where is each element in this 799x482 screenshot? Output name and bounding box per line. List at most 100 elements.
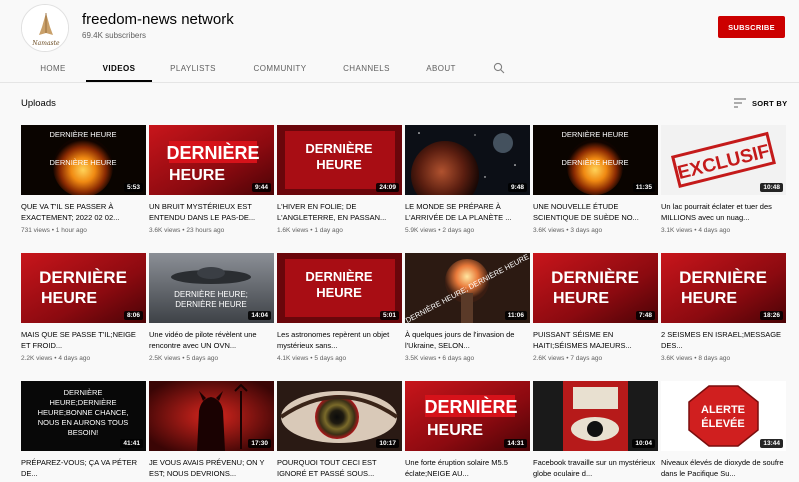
- video-title[interactable]: PUISSANT SÉISME EN HAITI;SÉISMES MAJEURS…: [533, 329, 658, 351]
- svg-text:DERNIÈRE HEURE: DERNIÈRE HEURE: [49, 130, 116, 139]
- video-card[interactable]: DERNIÈRE HEURE DERNIÈRE HEURE 5:53 QUE V…: [21, 125, 146, 234]
- video-title[interactable]: À quelques jours de l'invasion de l'Ukra…: [405, 329, 530, 351]
- video-thumbnail[interactable]: 9:48: [405, 125, 530, 195]
- video-title[interactable]: POURQUOI TOUT CECI EST IGNORÉ ET PASSÉ S…: [277, 457, 402, 479]
- video-thumbnail[interactable]: DERNIÈRE HEURE DERNIÈRE HEURE 5:53: [21, 125, 146, 195]
- video-meta: 2.2K views • 4 days ago: [21, 355, 91, 362]
- video-card[interactable]: 9:48 LE MONDE SE PRÉPARE À L'ARRIVÉE DE …: [405, 125, 530, 234]
- video-card[interactable]: 10:17 POURQUOI TOUT CECI EST IGNORÉ ET P…: [277, 381, 402, 479]
- svg-text:BESOIN!: BESOIN!: [68, 428, 98, 437]
- video-card[interactable]: DERNIÈRE HEURE;DERNIÈRE HEURE;BONNE CHAN…: [21, 381, 146, 479]
- video-meta: 3.6K views • 8 days ago: [661, 355, 731, 362]
- svg-text:HEURE;BONNE CHANCE,: HEURE;BONNE CHANCE,: [38, 408, 129, 417]
- video-card[interactable]: DERNIÈRE HEURE; DERNIÈRE HEURE 11:06 À q…: [405, 253, 530, 362]
- video-thumbnail[interactable]: DERNIÈRE HEURE; DERNIÈRE HEURE 14:04: [149, 253, 274, 323]
- video-thumbnail[interactable]: EXCLUSIF 10:48: [661, 125, 786, 195]
- sort-by-button[interactable]: SORT BY: [734, 98, 787, 108]
- video-thumbnail[interactable]: DERNIÈRE HEURE 7:48: [533, 253, 658, 323]
- video-duration: 7:48: [635, 311, 655, 320]
- video-meta: 2.5K views • 5 days ago: [149, 355, 219, 362]
- video-title[interactable]: QUE VA T'IL SE PASSER À EXACTEMENT; 2022…: [21, 201, 146, 223]
- video-title[interactable]: UN BRUIT MYSTÉRIEUX EST ENTENDU DANS LE …: [149, 201, 274, 223]
- video-duration: 41:41: [120, 439, 143, 448]
- video-card[interactable]: DERNIÈRE HEURE 14:31 Une forte éruption …: [405, 381, 530, 479]
- video-card[interactable]: DERNIÈRE HEURE 9:44 UN BRUIT MYSTÉRIEUX …: [149, 125, 274, 234]
- video-thumbnail[interactable]: DERNIÈRE HEURE 24:09: [277, 125, 402, 195]
- video-thumbnail[interactable]: DERNIÈRE HEURE 5:01: [277, 253, 402, 323]
- video-thumbnail[interactable]: DERNIÈRE HEURE 18:26: [661, 253, 786, 323]
- video-card[interactable]: DERNIÈRE HEURE; DERNIÈRE HEURE 14:04 Une…: [149, 253, 274, 362]
- video-card[interactable]: DERNIÈRE HEURE 7:48 PUISSANT SÉISME EN H…: [533, 253, 658, 362]
- tab-community[interactable]: COMMUNITY: [234, 55, 326, 82]
- video-thumbnail[interactable]: DERNIÈRE HEURE 8:06: [21, 253, 146, 323]
- channel-avatar[interactable]: Namaste: [21, 4, 69, 52]
- svg-text:DERNIÈRE HEURE: DERNIÈRE HEURE: [561, 158, 628, 167]
- video-duration: 14:31: [504, 439, 527, 448]
- video-duration: 10:17: [376, 439, 399, 448]
- video-thumbnail[interactable]: DERNIÈRE HEURE 9:44: [149, 125, 274, 195]
- video-title[interactable]: Une forte éruption solaire M5.5 éclate;N…: [405, 457, 530, 479]
- video-thumbnail[interactable]: DERNIÈRE HEURE;DERNIÈRE HEURE;BONNE CHAN…: [21, 381, 146, 451]
- video-meta: 1.6K views • 1 day ago: [277, 227, 343, 234]
- video-title[interactable]: L'HIVER EN FOLIE; DE L'ANGLETERRE, EN PA…: [277, 201, 402, 223]
- svg-text:DERNIÈRE: DERNIÈRE: [305, 269, 373, 284]
- video-card[interactable]: DERNIÈRE HEURE 8:06 MAIS QUE SE PASSE T'…: [21, 253, 146, 362]
- channel-search-icon[interactable]: [475, 55, 523, 82]
- sort-by-label: SORT BY: [752, 98, 788, 108]
- video-card[interactable]: EXCLUSIF 10:48 Un lac pourrait éclater e…: [661, 125, 786, 234]
- video-thumbnail[interactable]: 17:30: [149, 381, 274, 451]
- tab-playlists[interactable]: PLAYLISTS: [152, 55, 234, 82]
- tab-about[interactable]: ABOUT: [407, 55, 475, 82]
- video-title[interactable]: Une vidéo de pilote révèlent une rencont…: [149, 329, 274, 351]
- svg-text:DERNIÈRE: DERNIÈRE: [64, 388, 103, 397]
- avatar-logo-text: Namaste: [31, 40, 60, 47]
- svg-text:DERNIÈRE: DERNIÈRE: [305, 141, 373, 156]
- svg-text:HEURE: HEURE: [169, 167, 225, 184]
- video-title[interactable]: PRÉPAREZ-VOUS; ÇA VA PÉTER DE...: [21, 457, 146, 479]
- svg-text:HEURE: HEURE: [41, 290, 97, 307]
- video-thumbnail[interactable]: ALERTE ÉLEVÉE 13:44: [661, 381, 786, 451]
- video-card[interactable]: DERNIÈRE HEURE 24:09 L'HIVER EN FOLIE; D…: [277, 125, 402, 234]
- video-thumbnail[interactable]: DERNIÈRE HEURE 14:31: [405, 381, 530, 451]
- video-thumbnail[interactable]: DERNIÈRE HEURE DERNIÈRE HEURE 11:35: [533, 125, 658, 195]
- video-meta: 3.6K views • 3 days ago: [533, 227, 603, 234]
- video-duration: 10:04: [632, 439, 655, 448]
- subscriber-count: 69.4K subscribers: [82, 31, 147, 40]
- video-thumbnail[interactable]: 10:17: [277, 381, 402, 451]
- video-card[interactable]: DERNIÈRE HEURE 18:26 2 SEISMES EN ISRAEL…: [661, 253, 786, 362]
- tab-home[interactable]: HOME: [20, 55, 86, 82]
- video-duration: 11:06: [504, 311, 527, 320]
- video-duration: 8:06: [123, 311, 143, 320]
- svg-text:ALERTE: ALERTE: [701, 404, 745, 416]
- video-title[interactable]: UNE NOUVELLE ÉTUDE SCIENTIQUE DE SUÈDE N…: [533, 201, 658, 223]
- video-title[interactable]: 2 SEISMES EN ISRAEL;MESSAGE DES...: [661, 329, 786, 351]
- video-card[interactable]: 10:04 Facebook travaille sur un mystérie…: [533, 381, 658, 479]
- video-title[interactable]: MAIS QUE SE PASSE T'IL;NEIGE ET FROID...: [21, 329, 146, 351]
- tab-videos[interactable]: VIDEOS: [86, 55, 152, 82]
- video-duration: 18:26: [760, 311, 783, 320]
- svg-text:HEURE: HEURE: [427, 422, 483, 439]
- channel-name: freedom-news network: [82, 11, 234, 28]
- video-title[interactable]: Un lac pourrait éclater et tuer des MILL…: [661, 201, 786, 223]
- video-card[interactable]: DERNIÈRE HEURE 5:01 Les astronomes repèr…: [277, 253, 402, 362]
- video-thumbnail[interactable]: 10:04: [533, 381, 658, 451]
- svg-text:NOUS EN AURONS TOUS: NOUS EN AURONS TOUS: [38, 418, 129, 427]
- video-card[interactable]: 17:30 JE VOUS AVAIS PRÉVENU; ON Y EST; N…: [149, 381, 274, 479]
- svg-text:DERNIÈRE: DERNIÈRE: [679, 268, 767, 287]
- video-title[interactable]: Les astronomes repèrent un objet mystéri…: [277, 329, 402, 351]
- video-duration: 11:35: [632, 183, 655, 192]
- video-duration: 5:01: [379, 311, 399, 320]
- video-card[interactable]: DERNIÈRE HEURE DERNIÈRE HEURE 11:35 UNE …: [533, 125, 658, 234]
- channel-tabs: HOME VIDEOS PLAYLISTS COMMUNITY CHANNELS…: [20, 55, 523, 82]
- video-title[interactable]: Facebook travaille sur un mystérieux glo…: [533, 457, 658, 479]
- video-meta: 5.9K views • 2 days ago: [405, 227, 475, 234]
- video-title[interactable]: LE MONDE SE PRÉPARE À L'ARRIVÉE DE LA PL…: [405, 201, 530, 223]
- video-title[interactable]: JE VOUS AVAIS PRÉVENU; ON Y EST; NOUS DE…: [149, 457, 274, 479]
- video-card[interactable]: ALERTE ÉLEVÉE 13:44 Niveaux élevés de di…: [661, 381, 786, 479]
- video-duration: 10:48: [760, 183, 783, 192]
- video-title[interactable]: Niveaux élevés de dioxyde de soufre dans…: [661, 457, 786, 479]
- video-thumbnail[interactable]: DERNIÈRE HEURE; DERNIÈRE HEURE 11:06: [405, 253, 530, 323]
- subscribe-button[interactable]: SUBSCRIBE: [718, 16, 785, 38]
- svg-text:DERNIÈRE: DERNIÈRE: [424, 396, 517, 417]
- tab-channels[interactable]: CHANNELS: [326, 55, 407, 82]
